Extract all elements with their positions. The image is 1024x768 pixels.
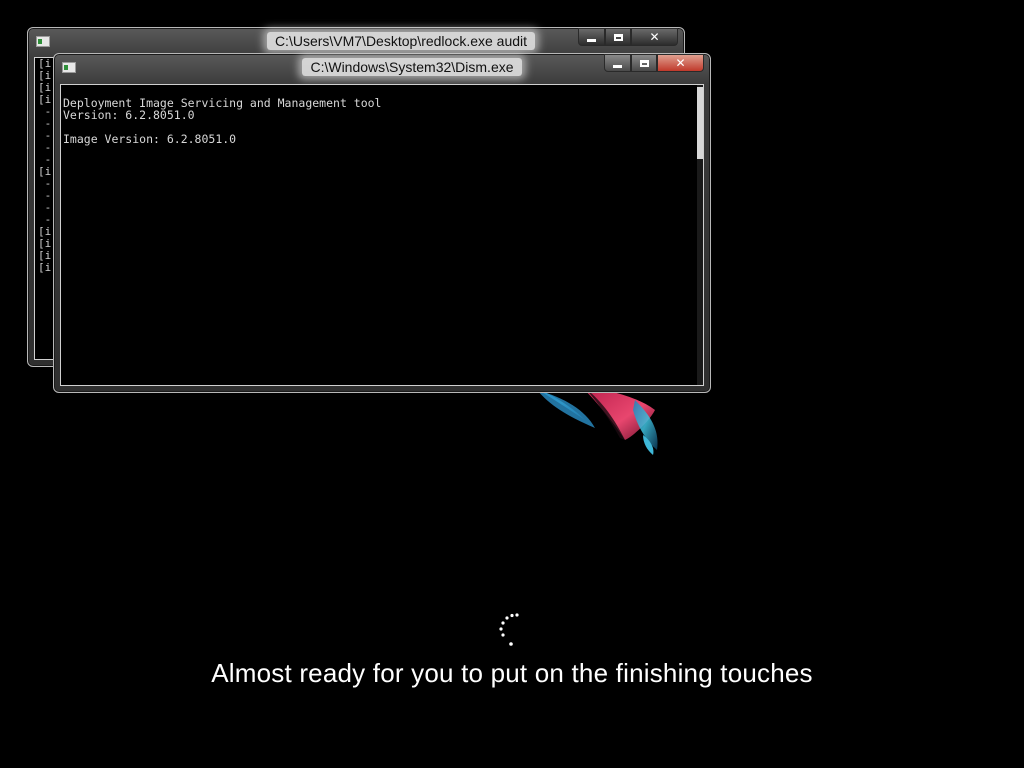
console-text: Deployment Image Servicing and Managemen… — [63, 97, 382, 145]
scrollbar-thumb[interactable] — [697, 87, 703, 159]
close-button[interactable]: ✕ — [657, 54, 704, 72]
console-line: [i — [38, 261, 52, 274]
minimize-icon — [613, 64, 622, 68]
console-line: Version: 6.2.8051.0 — [63, 108, 195, 122]
minimize-button[interactable] — [604, 54, 631, 72]
close-button[interactable]: ✕ — [631, 28, 678, 46]
console-line: Image Version: 6.2.8051.0 — [63, 132, 237, 146]
window-title: C:\Windows\System32\Dism.exe — [302, 58, 522, 76]
maximize-button[interactable] — [605, 28, 631, 46]
setup-status-message: Almost ready for you to put on the finis… — [211, 658, 813, 688]
close-icon: ✕ — [675, 56, 686, 70]
close-icon: ✕ — [649, 30, 660, 44]
setup-screen: C:\Users\VM7\Desktop\redlock.exe audit ✕… — [0, 0, 1024, 768]
window-controls: ✕ — [604, 54, 704, 73]
window-title: C:\Users\VM7\Desktop\redlock.exe audit — [266, 32, 536, 50]
minimize-button[interactable] — [578, 28, 605, 46]
window-controls: ✕ — [578, 28, 678, 47]
title-bar[interactable]: C:\Windows\System32\Dism.exe ✕ — [54, 54, 710, 82]
console-text: [i [i [i [i - - - - - [i - - - - [i [i [i [i — [38, 58, 51, 274]
loading-spinner-icon — [499, 613, 519, 646]
maximize-icon — [613, 33, 623, 41]
maximize-icon — [639, 59, 649, 67]
console-window-icon — [62, 62, 76, 73]
minimize-icon — [587, 38, 596, 42]
console-window-icon — [36, 36, 50, 47]
console-output[interactable]: Deployment Image Servicing and Managemen… — [60, 84, 704, 386]
dism-console-window[interactable]: C:\Windows\System32\Dism.exe ✕ Deploymen… — [53, 53, 711, 393]
maximize-button[interactable] — [631, 54, 657, 72]
title-bar[interactable]: C:\Users\VM7\Desktop\redlock.exe audit ✕ — [28, 28, 684, 56]
vertical-scrollbar[interactable] — [697, 85, 703, 385]
